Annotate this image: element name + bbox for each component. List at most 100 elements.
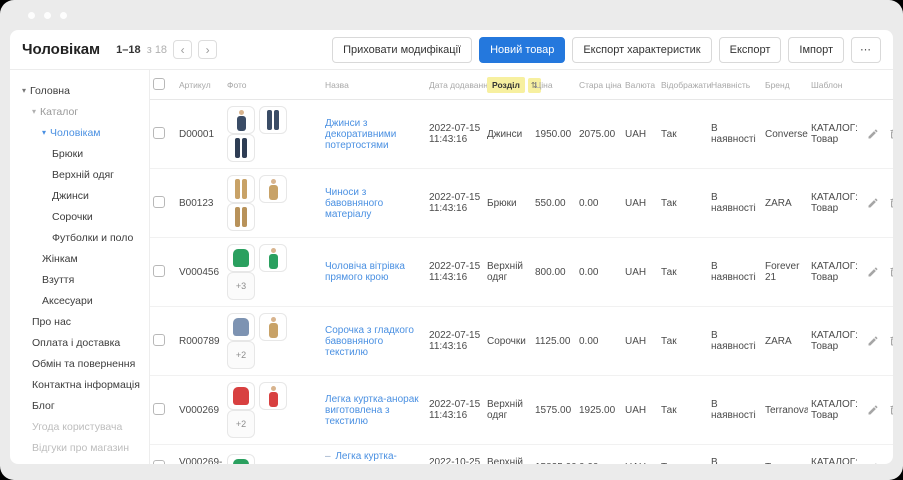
column-header-availability[interactable]: Наявність [708, 70, 762, 100]
checkbox-cell [150, 444, 176, 464]
column-header-old_price[interactable]: Стара ціна [576, 70, 622, 100]
product-thumbnail[interactable] [259, 106, 287, 134]
export-attributes-button[interactable]: Експорт характеристик [572, 36, 712, 63]
actions-cell [864, 306, 893, 376]
sidebar-item-13[interactable]: Обмін та повернення [10, 353, 149, 374]
hide-modifications-button[interactable]: Приховати модифікації [332, 36, 473, 63]
date-cell: 2022-07-15 11:43:16 [426, 306, 484, 376]
product-thumbnail[interactable] [227, 203, 255, 231]
sidebar-item-18[interactable]: Мапа сайту [10, 458, 149, 465]
product-thumbnail[interactable] [259, 244, 287, 272]
row-checkbox[interactable] [153, 195, 165, 208]
table-row: V000269 +2 Легка куртка-анорак виготовлена… [150, 375, 893, 445]
delete-button[interactable] [888, 128, 893, 140]
more-photos-badge[interactable]: +2 [227, 410, 255, 438]
sidebar-item-8[interactable]: Жінкам [10, 248, 149, 269]
row-checkbox[interactable] [153, 264, 165, 277]
column-header-template[interactable]: Шаблон [808, 70, 864, 100]
export-button[interactable]: Експорт [718, 36, 782, 63]
delete-button[interactable] [888, 462, 893, 464]
product-thumbnail[interactable] [227, 134, 255, 162]
sidebar-item-7[interactable]: Футболки и поло [10, 227, 149, 248]
edit-button[interactable] [867, 128, 879, 140]
sidebar-item-0[interactable]: ▾ Головна [10, 80, 149, 101]
window-zoom-dot[interactable] [60, 11, 67, 19]
sidebar-item-4[interactable]: Верхній одяг [10, 164, 149, 185]
window-close-dot[interactable] [28, 11, 35, 19]
section-cell: Джинси [484, 99, 532, 169]
product-name-link[interactable]: Чиноси з бавовняного матеріалу [325, 187, 383, 220]
sidebar-item-15[interactable]: Блог [10, 395, 149, 416]
sidebar-item-10[interactable]: Аксесуари [10, 290, 149, 311]
product-thumbnail[interactable] [227, 313, 255, 341]
next-page-button[interactable]: › [198, 40, 218, 59]
edit-button[interactable] [867, 462, 879, 464]
sidebar-item-label: Оплата і доставка [32, 336, 121, 349]
product-name-link[interactable]: Сорочка з гладкого бавовняного текстилю [325, 325, 414, 358]
sidebar-item-1[interactable]: ▾ Каталог [10, 101, 149, 122]
name-cell: Чоловіча вітрівка прямого крою [322, 237, 426, 307]
product-thumbnail[interactable] [227, 244, 255, 272]
column-header-sku[interactable]: Артикул [176, 70, 224, 100]
row-checkbox[interactable] [153, 333, 165, 346]
column-header-date[interactable]: Дата додавання [426, 70, 493, 100]
product-thumbnail[interactable] [227, 453, 255, 464]
table-row: B00123 Чиноси з бавовняного матеріалу 2022… [150, 168, 893, 238]
photo-cell [224, 99, 322, 169]
delete-button[interactable] [888, 266, 893, 278]
product-name-link[interactable]: Чоловіча вітрівка прямого крою [325, 261, 405, 283]
product-name-link[interactable]: Легка куртка-анорак виготовлена з тексти… [325, 451, 417, 464]
sidebar-item-9[interactable]: Взуття [10, 269, 149, 290]
window-minimize-dot[interactable] [44, 11, 51, 19]
product-name-link[interactable]: Джинси з декоративними потертостями [325, 118, 396, 151]
column-header-price[interactable]: Ціна [532, 70, 576, 100]
sidebar-item-6[interactable]: Сорочки [10, 206, 149, 227]
actions-cell [864, 444, 893, 464]
table-row: V000269-green – Легка куртка-анорак вигот… [150, 444, 893, 464]
column-header-brand[interactable]: Бренд [762, 70, 808, 100]
product-thumbnail[interactable] [227, 106, 255, 134]
edit-button[interactable] [867, 266, 879, 278]
column-header-display[interactable]: Відображати [658, 70, 711, 100]
sidebar-item-3[interactable]: Брюки [10, 143, 149, 164]
delete-button[interactable] [888, 404, 893, 416]
edit-button[interactable] [867, 197, 879, 209]
desktop-background: Чоловікам 1–18 з 18 ‹ › Приховати модифі… [0, 0, 903, 480]
sidebar-item-12[interactable]: Оплата і доставка [10, 332, 149, 353]
product-thumbnail[interactable] [259, 382, 287, 410]
column-header-currency[interactable]: Валюта [622, 70, 658, 100]
name-cell: Джинси з декоративними потертостями [322, 99, 426, 169]
column-header-section[interactable]: Розділ ⇅ [484, 70, 541, 100]
edit-button[interactable] [867, 335, 879, 347]
sidebar-item-16[interactable]: Угода користувача [10, 416, 149, 437]
product-name-link[interactable]: Легка куртка-анорак виготовлена з тексти… [325, 394, 419, 427]
sidebar-item-label: Відгуки про магазин [32, 441, 130, 454]
prev-page-button[interactable]: ‹ [173, 40, 193, 59]
edit-button[interactable] [867, 404, 879, 416]
import-button[interactable]: Імпорт [788, 36, 844, 63]
product-thumbnail[interactable] [259, 313, 287, 341]
select-all-checkbox[interactable] [153, 78, 165, 90]
delete-button[interactable] [888, 335, 893, 347]
more-actions-button[interactable]: ⋯ [851, 36, 881, 63]
product-thumbnail[interactable] [227, 382, 255, 410]
model-image [268, 247, 278, 269]
delete-button[interactable] [888, 197, 893, 209]
sidebar-item-2[interactable]: ▾ Чоловікам [10, 122, 149, 143]
checkbox-cell [150, 237, 176, 307]
row-checkbox[interactable] [153, 460, 165, 464]
sidebar-item-17[interactable]: Відгуки про магазин [10, 437, 149, 458]
product-thumbnail[interactable] [227, 175, 255, 203]
more-photos-badge[interactable]: +3 [227, 272, 255, 300]
column-header-photo[interactable]: Фото [224, 70, 322, 100]
more-photos-badge[interactable]: +2 [227, 341, 255, 369]
column-header-name[interactable]: Назва [322, 70, 426, 100]
new-product-button[interactable]: Новий товар [479, 36, 566, 63]
row-checkbox[interactable] [153, 126, 165, 139]
sidebar-item-14[interactable]: Контактна інформація [10, 374, 149, 395]
product-thumbnail[interactable] [259, 175, 287, 203]
sidebar-item-11[interactable]: Про нас [10, 311, 149, 332]
sidebar-item-5[interactable]: Джинси [10, 185, 149, 206]
modification-dash: – [325, 451, 334, 462]
row-checkbox[interactable] [153, 402, 165, 415]
